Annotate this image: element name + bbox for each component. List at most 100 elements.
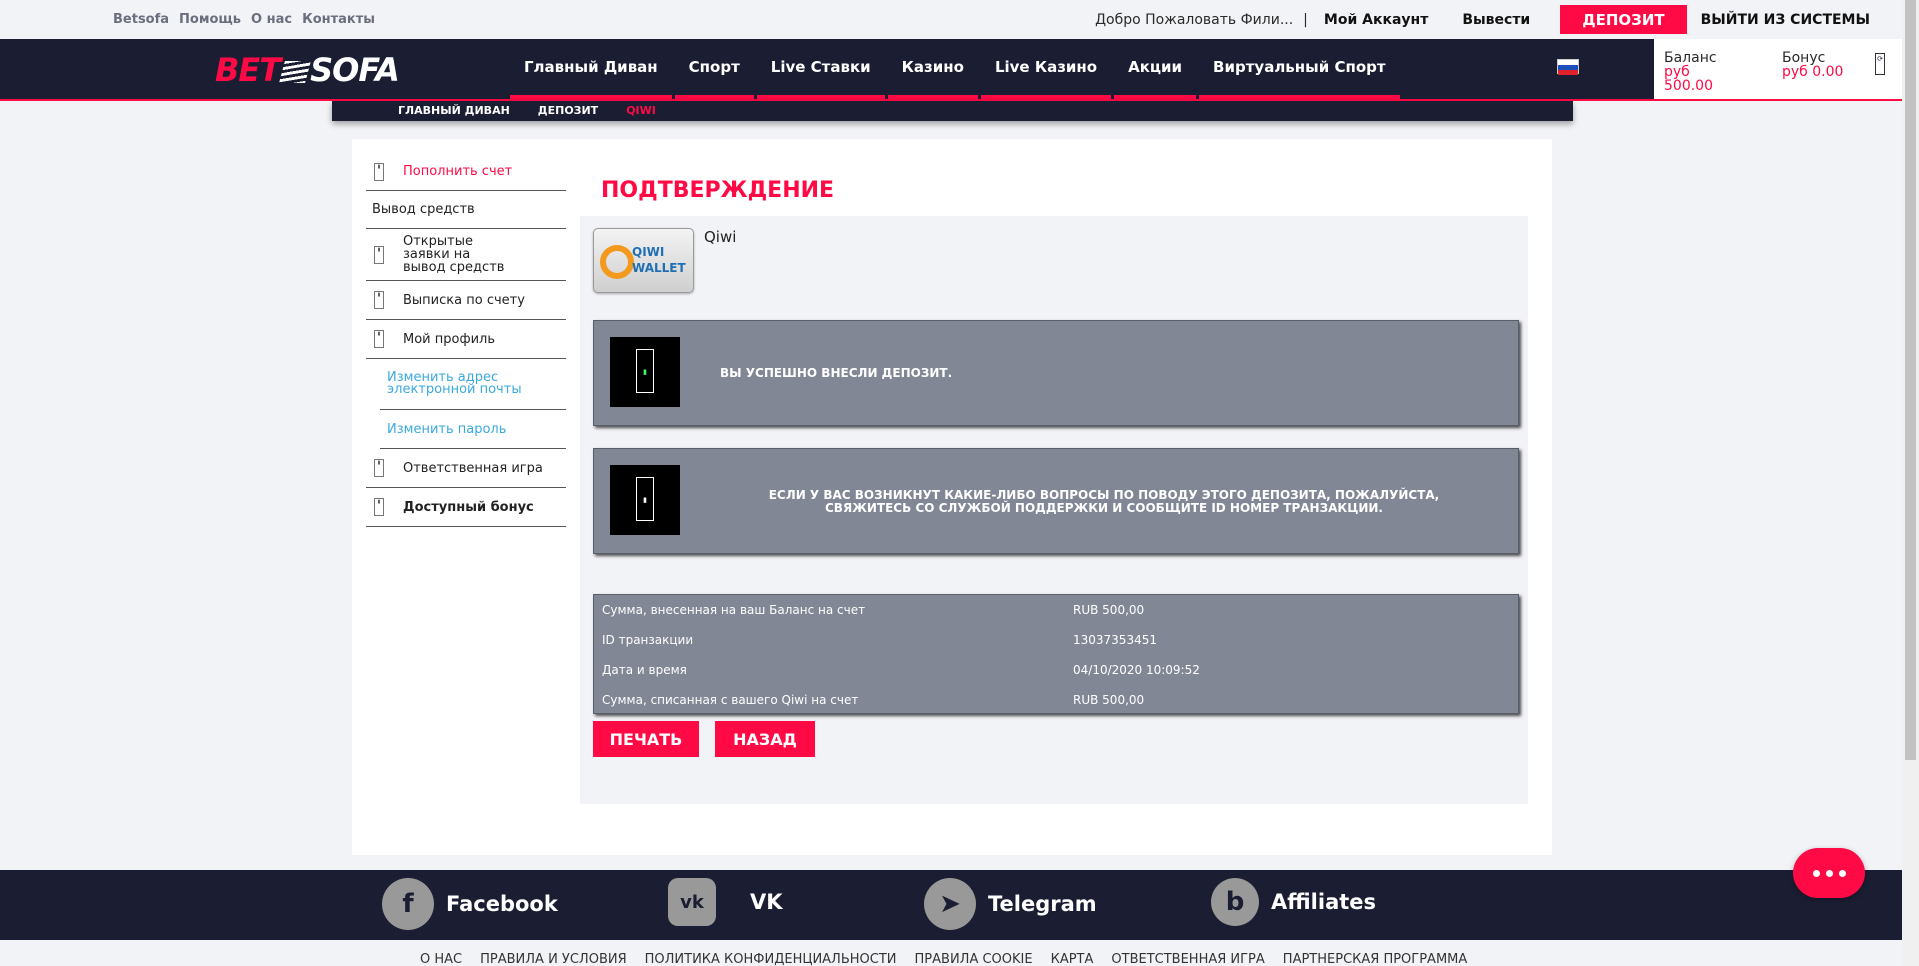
main-nav: BET SOFA Главный Диван Спорт Live Ставки … bbox=[0, 39, 1902, 101]
top-link-help[interactable]: Помощь bbox=[179, 12, 241, 27]
success-message: ▮ ВЫ УСПЕШНО ВНЕСЛИ ДЕПОЗИТ. bbox=[593, 320, 1519, 426]
print-button[interactable]: ПЕЧАТЬ bbox=[593, 721, 699, 757]
chat-dot-icon bbox=[1838, 869, 1846, 877]
sidebar-item-withdraw[interactable]: Вывод средств bbox=[366, 191, 566, 229]
back-button[interactable]: НАЗАД bbox=[715, 721, 815, 757]
separator: | bbox=[1303, 11, 1308, 28]
footer-link-terms[interactable]: ПРАВИЛА И УСЛОВИЯ bbox=[480, 952, 627, 966]
logout-link[interactable]: ВЫЙТИ ИЗ СИСТЕМЫ bbox=[1701, 12, 1870, 28]
top-link-betsofa[interactable]: Betsofa bbox=[113, 12, 169, 27]
withdraw-link[interactable]: Вывести bbox=[1462, 12, 1530, 28]
footer-link-responsible[interactable]: ОТВЕТСТВЕННАЯ ИГРА bbox=[1111, 952, 1264, 966]
facebook-link[interactable]: f Facebook bbox=[382, 878, 558, 930]
welcome-text: Добро Пожаловать Фили... bbox=[1095, 11, 1294, 28]
sidebar-item-available-bonus[interactable]: ▮ Доступный бонус bbox=[366, 488, 566, 527]
footer-link-sitemap[interactable]: КАРТА bbox=[1051, 952, 1094, 966]
success-icon: ▮ bbox=[610, 337, 680, 407]
refresh-icon[interactable]: ⟳ bbox=[1875, 53, 1885, 75]
balance-label: Баланс bbox=[1664, 50, 1717, 66]
detail-label: Дата и время bbox=[602, 663, 687, 677]
sidebar-item-profile[interactable]: ▮ Мой профиль bbox=[366, 320, 566, 359]
nav-item-main-sofa[interactable]: Главный Диван bbox=[510, 39, 672, 99]
top-utility-bar: Betsofa Помощь О нас Контакты Добро Пожа… bbox=[0, 0, 1902, 39]
balance-value: 500.00 bbox=[1664, 78, 1713, 94]
nav-item-casino[interactable]: Казино bbox=[887, 39, 978, 99]
detail-value: RUB 500,00 bbox=[1073, 693, 1145, 707]
top-link-about[interactable]: О нас bbox=[251, 12, 292, 27]
sidebar-item-open-withdrawals[interactable]: ▮ Открытые заявки на вывод средств bbox=[366, 229, 566, 281]
statement-icon: ▮ bbox=[374, 291, 384, 309]
russia-flag-icon[interactable] bbox=[1557, 59, 1579, 75]
breadcrumb-main[interactable]: ГЛАВНЫЙ ДИВАН bbox=[398, 104, 510, 117]
breadcrumb-bar: ГЛАВНЫЙ ДИВАН ДЕПОЗИТ QIWI bbox=[332, 101, 1573, 121]
qiwi-logo-text: QIWI WALLET bbox=[632, 245, 686, 275]
chat-dot-icon bbox=[1812, 869, 1820, 877]
sidebar-item-label: Изменить адрес электронной почты bbox=[387, 370, 522, 397]
scrollbar[interactable] bbox=[1902, 0, 1919, 966]
top-links: Betsofa Помощь О нас Контакты bbox=[113, 12, 375, 27]
bonus-icon: ▮ bbox=[374, 498, 384, 516]
affiliates-link[interactable]: b Affiliates bbox=[1211, 878, 1376, 926]
affiliates-label: Affiliates bbox=[1271, 890, 1377, 914]
detail-value: 13037353451 bbox=[1073, 633, 1157, 647]
nav-item-sport[interactable]: Спорт bbox=[674, 39, 754, 99]
info-text: ЕСЛИ У ВАС ВОЗНИКНУТ КАКИЕ-ЛИБО ВОПРОСЫ … bbox=[768, 488, 1440, 515]
vk-icon: vk bbox=[668, 878, 716, 926]
facebook-icon: f bbox=[382, 878, 434, 930]
withdrawals-icon: ▮ bbox=[374, 245, 384, 264]
nav-item-virtual-sport[interactable]: Виртуальный Спорт bbox=[1199, 39, 1400, 99]
scrollbar-thumb[interactable] bbox=[1905, 0, 1916, 760]
profile-icon: ▮ bbox=[374, 330, 384, 348]
nav-items: Главный Диван Спорт Live Ставки Казино L… bbox=[510, 39, 1403, 99]
bonus-info: Бонус руб 0.00 bbox=[1782, 51, 1843, 79]
affiliates-icon: b bbox=[1211, 878, 1259, 926]
balance-currency: руб bbox=[1664, 64, 1690, 80]
top-link-contacts[interactable]: Контакты bbox=[302, 12, 375, 27]
deposit-button[interactable]: ДЕПОЗИТ bbox=[1560, 5, 1687, 34]
telegram-link[interactable]: ➤ Telegram bbox=[924, 878, 1097, 930]
nav-item-live-casino[interactable]: Live Казино bbox=[980, 39, 1112, 99]
sidebar-item-label: Мой профиль bbox=[403, 331, 495, 347]
detail-label: Сумма, списанная с вашего Qiwi на счет bbox=[602, 693, 859, 707]
logo-stripes-icon bbox=[279, 61, 312, 83]
sidebar-item-change-password[interactable]: Изменить пароль bbox=[380, 410, 566, 449]
confirmation-panel: QIWI WALLET Qiwi ▮ ВЫ УСПЕШНО ВНЕСЛИ ДЕП… bbox=[580, 216, 1528, 804]
detail-value: 04/10/2020 10:09:52 bbox=[1073, 663, 1200, 677]
sidebar-item-label: Пополнить счет bbox=[403, 164, 513, 179]
balance-box: Баланс руб 500.00 Бонус руб 0.00 ⟳ bbox=[1654, 39, 1902, 99]
info-icon: ▮ bbox=[610, 465, 680, 535]
sidebar-item-responsible-gaming[interactable]: ▮ Ответственная игра bbox=[366, 449, 566, 488]
success-text: ВЫ УСПЕШНО ВНЕСЛИ ДЕПОЗИТ. bbox=[720, 366, 953, 380]
sidebar-item-change-email[interactable]: Изменить адрес электронной почты bbox=[380, 359, 566, 410]
info-message: ▮ ЕСЛИ У ВАС ВОЗНИКНУТ КАКИЕ-ЛИБО ВОПРОС… bbox=[593, 448, 1519, 554]
chat-dot-icon bbox=[1825, 869, 1833, 877]
nav-item-live-bets[interactable]: Live Ставки bbox=[756, 39, 885, 99]
betsofa-logo[interactable]: BET SOFA bbox=[215, 51, 400, 89]
responsible-gaming-icon: ▮ bbox=[374, 459, 384, 477]
detail-label: ID транзакции bbox=[602, 633, 694, 647]
my-account-link[interactable]: Мой Аккаунт bbox=[1324, 12, 1428, 28]
chat-button[interactable] bbox=[1793, 848, 1865, 898]
telegram-label: Telegram bbox=[988, 892, 1097, 916]
telegram-icon: ➤ bbox=[924, 878, 976, 930]
footer-links: О НАС ПРАВИЛА И УСЛОВИЯ ПОЛИТИКА КОНФИДЕ… bbox=[420, 952, 1467, 966]
sidebar-item-label: Выписка по счету bbox=[403, 292, 525, 308]
footer-link-privacy[interactable]: ПОЛИТИКА КОНФИДЕНЦИАЛЬНОСТИ bbox=[645, 952, 897, 966]
deposit-icon: ▮ bbox=[374, 162, 384, 181]
sidebar-item-statement[interactable]: ▮ Выписка по счету bbox=[366, 281, 566, 320]
footer: f Facebook vk VK ➤ Telegram b Affiliates bbox=[0, 870, 1902, 940]
breadcrumb-deposit[interactable]: ДЕПОЗИТ bbox=[538, 104, 598, 117]
footer-link-cookie[interactable]: ПРАВИЛА COOKIE bbox=[915, 952, 1033, 966]
sidebar-item-label: Ответственная игра bbox=[403, 460, 543, 476]
sidebar-item-deposit[interactable]: ▮ Пополнить счет bbox=[366, 153, 566, 191]
nav-item-promotions[interactable]: Акции bbox=[1114, 39, 1197, 99]
vk-link[interactable]: vk VK bbox=[668, 878, 783, 926]
account-sidebar: ▮ Пополнить счет Вывод средств ▮ Открыты… bbox=[366, 153, 566, 527]
transaction-details: Сумма, внесенная на ваш Баланс на счет R… bbox=[593, 594, 1519, 714]
logo-bet: BET bbox=[215, 51, 281, 89]
footer-link-partners[interactable]: ПАРТНЕРСКАЯ ПРОГРАММА bbox=[1283, 952, 1467, 966]
content-card: ▮ Пополнить счет Вывод средств ▮ Открыты… bbox=[352, 139, 1552, 855]
bonus-label: Бонус bbox=[1782, 50, 1826, 66]
footer-link-about[interactable]: О НАС bbox=[420, 952, 462, 966]
sidebar-item-label: Открытые заявки на вывод средств bbox=[403, 234, 505, 275]
